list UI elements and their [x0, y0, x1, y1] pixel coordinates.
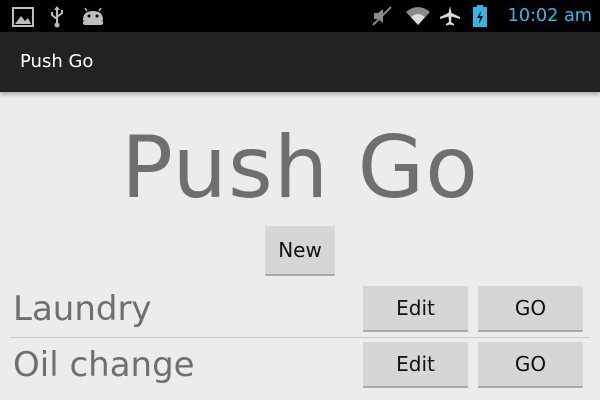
airplane-mode-icon	[439, 5, 461, 27]
list-item: Oil change Edit GO	[0, 340, 600, 392]
go-button[interactable]: GO	[478, 286, 583, 332]
list-item: Laundry Edit GO	[0, 284, 600, 336]
edit-button[interactable]: Edit	[363, 342, 468, 388]
status-bar: 10:02 am	[0, 0, 600, 32]
action-bar: Push Go	[0, 32, 600, 92]
go-button[interactable]: GO	[478, 342, 583, 388]
list-item-label: Laundry	[13, 289, 152, 329]
new-button[interactable]: New	[265, 226, 335, 276]
page-title: Push Go	[121, 118, 479, 218]
wifi-icon	[405, 5, 431, 27]
android-icon	[80, 6, 103, 28]
status-bar-clock: 10:02 am	[507, 5, 592, 26]
status-bar-notifications	[12, 6, 103, 28]
battery-charging-icon	[473, 5, 495, 28]
status-bar-system: 10:02 am	[371, 5, 592, 28]
mute-icon	[371, 5, 393, 27]
gallery-icon	[12, 6, 34, 28]
action-bar-title: Push Go	[20, 51, 94, 72]
edit-button[interactable]: Edit	[363, 286, 468, 332]
list-item-label: Oil change	[13, 345, 195, 385]
usb-icon	[46, 6, 68, 28]
list-divider	[10, 337, 590, 338]
